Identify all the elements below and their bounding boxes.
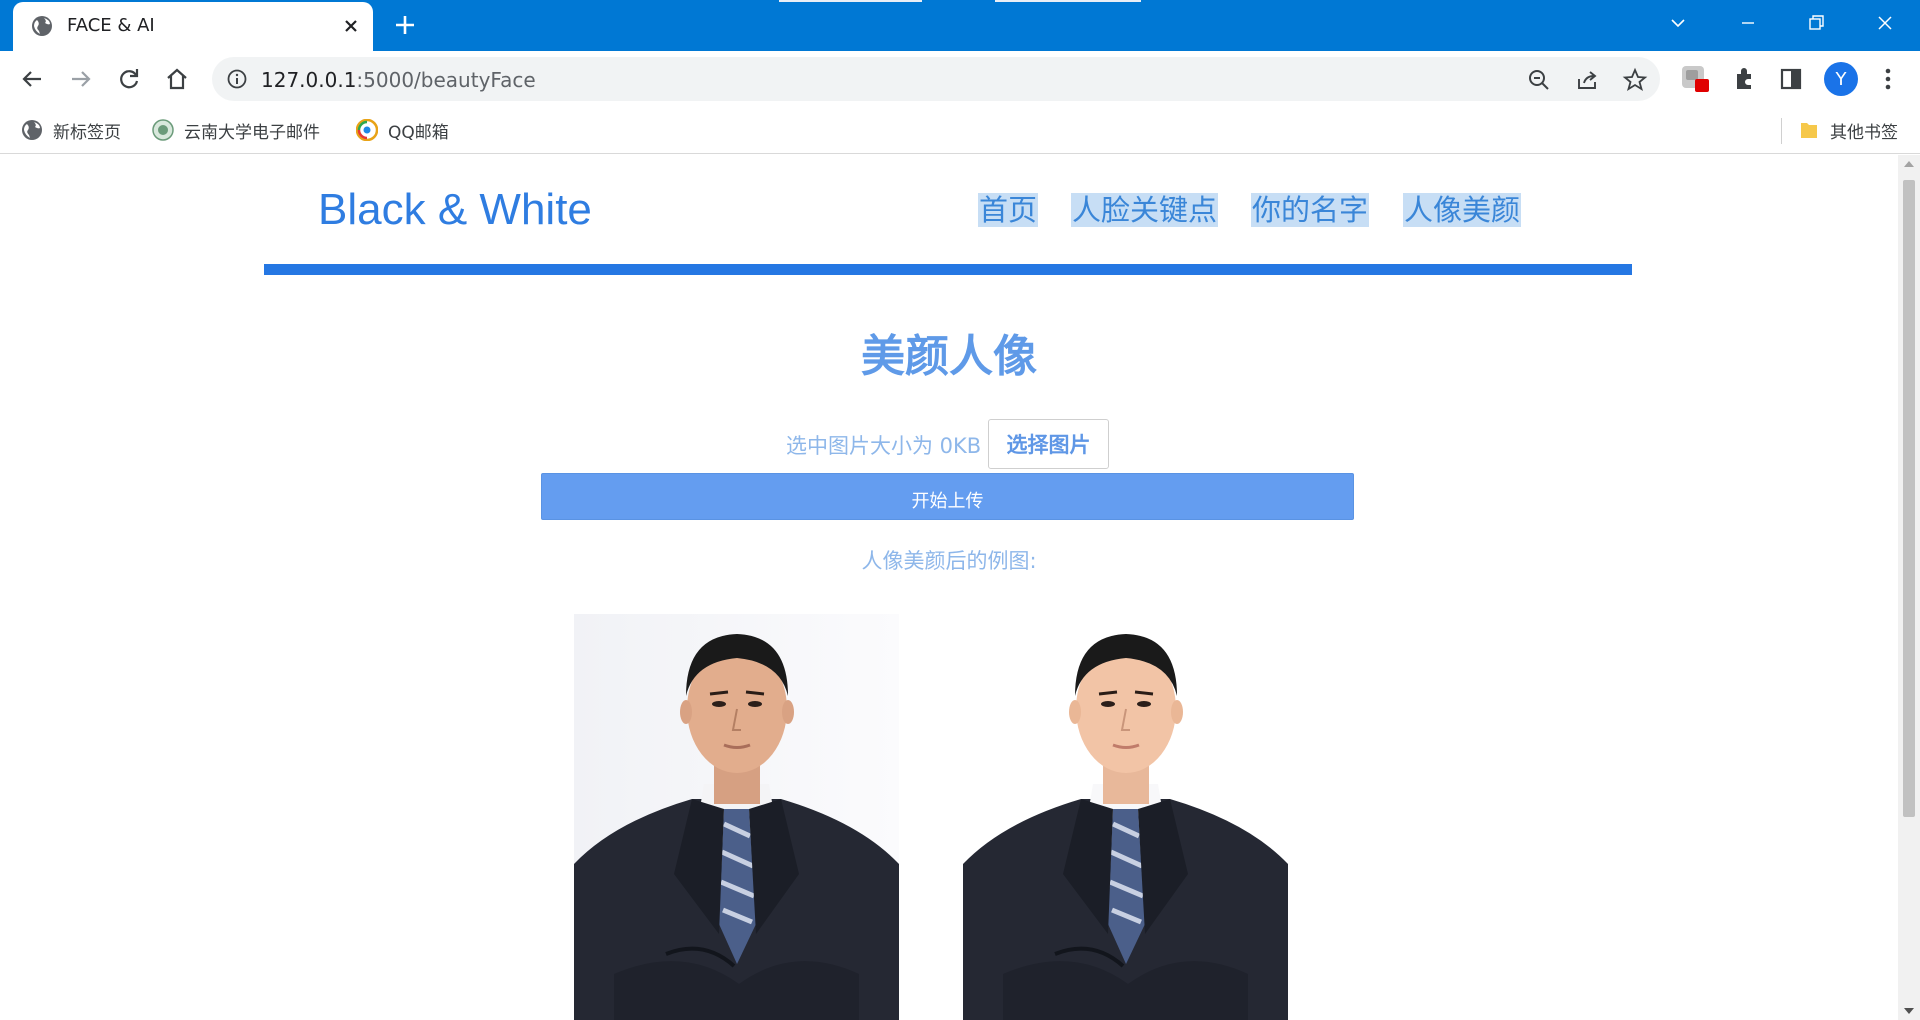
- header-divider: [264, 264, 1632, 275]
- page-title: 美颜人像: [861, 331, 1037, 382]
- nav-home[interactable]: 首页: [978, 193, 1039, 227]
- url-path: :5000/beautyFace: [356, 68, 536, 92]
- url-text[interactable]: 127.0.0.1:5000/beautyFace: [261, 68, 536, 92]
- restore-icon[interactable]: [1803, 10, 1829, 36]
- brand-word-white: White: [479, 185, 592, 234]
- url-host: 127.0.0.1: [261, 68, 357, 92]
- portrait-original-image: [574, 614, 899, 1020]
- tab-strip-highlight: [995, 0, 1141, 2]
- forward-icon[interactable]: [66, 64, 96, 94]
- menu-dots-icon[interactable]: [1873, 64, 1903, 94]
- scrollbar-thumb[interactable]: [1903, 180, 1915, 817]
- bookmark-new-tab[interactable]: 新标签页: [21, 115, 121, 145]
- tab-strip: FACE & AI: [0, 0, 1920, 51]
- zoom-icon[interactable]: [1526, 67, 1552, 93]
- folder-icon: [1801, 123, 1817, 138]
- start-upload-button[interactable]: 开始上传: [541, 473, 1354, 520]
- share-icon[interactable]: [1574, 67, 1600, 93]
- globe-icon: [32, 16, 52, 36]
- bookmark-label: QQ邮箱: [388, 122, 449, 143]
- extensions-icon[interactable]: [1729, 64, 1759, 94]
- bookmarks-separator: [1781, 118, 1782, 144]
- other-bookmarks-label: 其他书签: [1830, 122, 1898, 143]
- nav-your-name[interactable]: 你的名字: [1251, 193, 1370, 227]
- new-tab-icon[interactable]: [391, 11, 419, 39]
- toolbar: 127.0.0.1:5000/beautyFace Y: [0, 51, 1920, 108]
- tab-strip-highlight: [779, 0, 922, 2]
- home-icon[interactable]: [162, 64, 192, 94]
- page-viewport: Black & White 首页 人脸关键点 你的名字 人像美颜 美颜人像 选中…: [0, 155, 1898, 1020]
- brand-ampersand: &: [437, 185, 468, 234]
- extension-badge-icon[interactable]: [1680, 64, 1710, 94]
- example-photo-original: [574, 614, 899, 1020]
- window-close-icon[interactable]: [1872, 10, 1898, 36]
- tab-search-icon[interactable]: [1665, 10, 1691, 36]
- reload-icon[interactable]: [114, 64, 144, 94]
- qq-mail-icon: [356, 119, 378, 141]
- portrait-beautified-image: [963, 614, 1288, 1020]
- close-icon[interactable]: [338, 13, 364, 39]
- address-bar[interactable]: 127.0.0.1:5000/beautyFace: [212, 57, 1660, 101]
- nav-portrait-beauty[interactable]: 人像美颜: [1403, 193, 1522, 227]
- profile-avatar[interactable]: Y: [1824, 62, 1858, 96]
- bookmark-label: 云南大学电子邮件: [184, 122, 320, 143]
- vertical-scrollbar[interactable]: [1898, 155, 1920, 1020]
- other-bookmarks[interactable]: 其他书签: [1798, 115, 1898, 145]
- minimize-icon[interactable]: [1735, 10, 1761, 36]
- bookmark-ynu-mail[interactable]: 云南大学电子邮件: [152, 115, 320, 145]
- site-logo[interactable]: Black & White: [318, 185, 592, 235]
- side-panel-icon[interactable]: [1776, 64, 1806, 94]
- back-icon[interactable]: [17, 64, 47, 94]
- tab-title: FACE & AI: [67, 15, 155, 36]
- bookmark-qq-mail[interactable]: QQ邮箱: [356, 115, 449, 145]
- choose-image-button[interactable]: 选择图片: [988, 419, 1109, 469]
- brand-word-black: Black: [318, 185, 426, 234]
- university-seal-icon: [152, 119, 174, 141]
- bookmark-star-icon[interactable]: [1622, 67, 1648, 93]
- file-size-label: 选中图片大小为 0KB: [786, 434, 982, 458]
- example-photo-beautified: [963, 614, 1288, 1020]
- globe-icon: [22, 120, 42, 140]
- site-info-icon[interactable]: [226, 68, 248, 90]
- bookmarks-bar: 新标签页 云南大学电子邮件 QQ邮箱 其他书签: [0, 108, 1920, 154]
- bookmark-label: 新标签页: [53, 122, 121, 143]
- scroll-up-arrow-icon[interactable]: [1904, 161, 1914, 167]
- scroll-down-arrow-icon[interactable]: [1904, 1008, 1914, 1014]
- tab-active[interactable]: FACE & AI: [13, 2, 373, 51]
- nav-face-keypoints[interactable]: 人脸关键点: [1071, 193, 1219, 227]
- example-caption: 人像美颜后的例图:: [861, 549, 1037, 573]
